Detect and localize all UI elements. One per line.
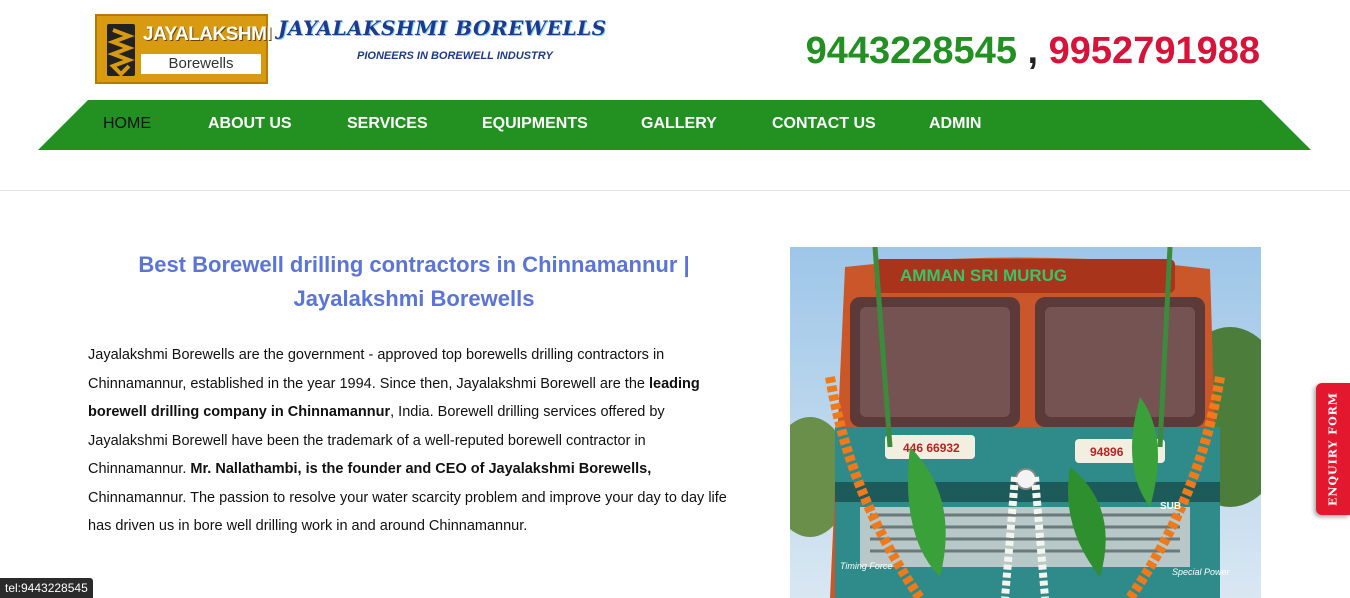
phone-primary-link[interactable]: 9443228545 [806,30,1017,72]
nav-about-us[interactable]: ABOUT US [208,115,292,133]
bumper-text-right: Special Power [1172,567,1231,577]
truck-banner-text: AMMAN SRI MURUG [900,266,1067,285]
intro-paragraph: Jayalakshmi Borewells are the government… [88,341,736,541]
page-title: Best Borewell drilling contractors in Ch… [138,252,690,311]
logo-name: JAYALAKSHMI [143,24,272,45]
site-logo[interactable]: JAYALAKSHMI Borewells [95,14,272,84]
brand-title: JAYALAKSHMI BOREWELLS [278,16,607,40]
drilling-truck-photo: AMMAN SRI MURUG 446 66932 94896 Timing F… [790,247,1261,598]
windshield-badge: SUB [1160,501,1181,512]
phone-numbers: 9443228545 , 9952791988 [806,30,1260,73]
main-nav: HOME ABOUT US SERVICES EQUIPMENTS GALLER… [38,100,1311,150]
nav-equipments[interactable]: EQUIPMENTS [482,115,588,133]
truck-illustration: AMMAN SRI MURUG 446 66932 94896 Timing F… [790,247,1261,598]
nav-admin[interactable]: ADMIN [929,115,981,133]
plate-right: 94896 [1090,445,1124,459]
link-status-bar: tel:9443228545 [0,578,93,598]
nav-home[interactable]: HOME [103,115,151,133]
header-divider [0,190,1350,191]
enquiry-form-label: ENQUIRY FORM [1326,392,1340,506]
logo-subtitle: Borewells [141,54,261,74]
intro-bold-2: Mr. Nallathambi, is the founder and CEO … [190,461,652,477]
bumper-text-left: Timing Force [840,561,892,571]
phone-separator: , [1016,30,1049,72]
intro-text-3: Chinnamannur. The passion to resolve you… [88,489,727,535]
drill-bit-icon [107,24,135,77]
nav-gallery[interactable]: GALLERY [641,115,717,133]
nav-services[interactable]: SERVICES [347,115,428,133]
brand-tagline: PIONEERS IN BOREWELL INDUSTRY [357,50,553,62]
nav-contact-us[interactable]: CONTACT US [772,115,876,133]
enquiry-form-tab[interactable]: ENQUIRY FORM [1316,383,1350,515]
phone-secondary-link[interactable]: 9952791988 [1049,30,1260,72]
intro-text-1: Jayalakshmi Borewells are the government… [88,347,665,392]
